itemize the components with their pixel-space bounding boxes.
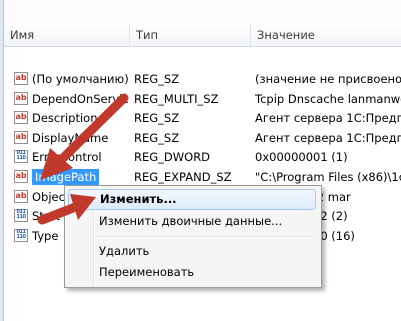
arrow-to-imagepath [40,93,129,180]
annotation-arrows [37,93,129,225]
arrow-to-edit-item [37,194,96,225]
